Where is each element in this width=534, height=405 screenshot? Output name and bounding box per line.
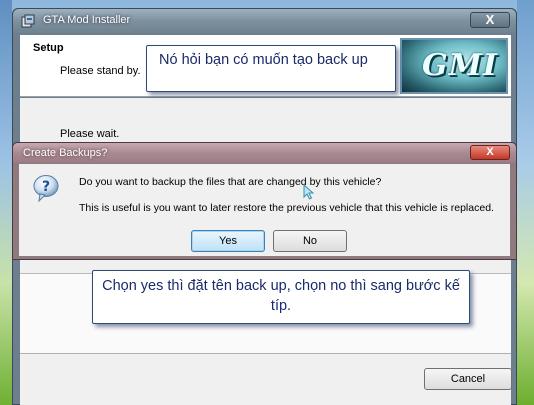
dialog-body: ? Do you want to backup the files that a… xyxy=(19,164,510,256)
dialog-title: Create Backups? xyxy=(23,147,108,159)
dialog-close-button[interactable]: X xyxy=(470,145,510,160)
dialog-question-text: Do you want to backup the files that are… xyxy=(79,176,382,188)
mouse-cursor-icon xyxy=(303,184,315,200)
setup-title: Setup xyxy=(33,42,64,54)
annotation-callout-top: Nó hỏi bạn có muốn tạo back up xyxy=(146,45,396,92)
question-icon: ? xyxy=(33,175,59,202)
desktop-background-right xyxy=(517,0,534,405)
status-text: Please wait. xyxy=(60,128,120,140)
desktop-background-left xyxy=(0,0,12,405)
installer-titlebar[interactable]: GTA Mod Installer X xyxy=(13,9,516,33)
setup-subtitle: Please stand by. xyxy=(60,65,141,77)
create-backups-dialog: Create Backups? X ? Do you want to backu… xyxy=(12,142,517,260)
gmi-logo: GMI xyxy=(400,38,508,94)
window-title: GTA Mod Installer xyxy=(43,14,131,26)
dialog-info-text: This is useful is you want to later rest… xyxy=(79,202,494,214)
window-close-button[interactable]: X xyxy=(470,12,510,28)
no-button[interactable]: No xyxy=(273,230,347,252)
svg-text:?: ? xyxy=(42,179,50,195)
yes-button[interactable]: Yes xyxy=(191,230,265,252)
cancel-button[interactable]: Cancel xyxy=(424,368,512,390)
dialog-titlebar[interactable]: Create Backups? X xyxy=(13,143,516,163)
installer-app-icon xyxy=(21,14,35,28)
gmi-logo-text: GMI xyxy=(422,48,498,83)
annotation-callout-bottom: Chọn yes thì đặt tên back up, chọn no th… xyxy=(92,270,470,324)
